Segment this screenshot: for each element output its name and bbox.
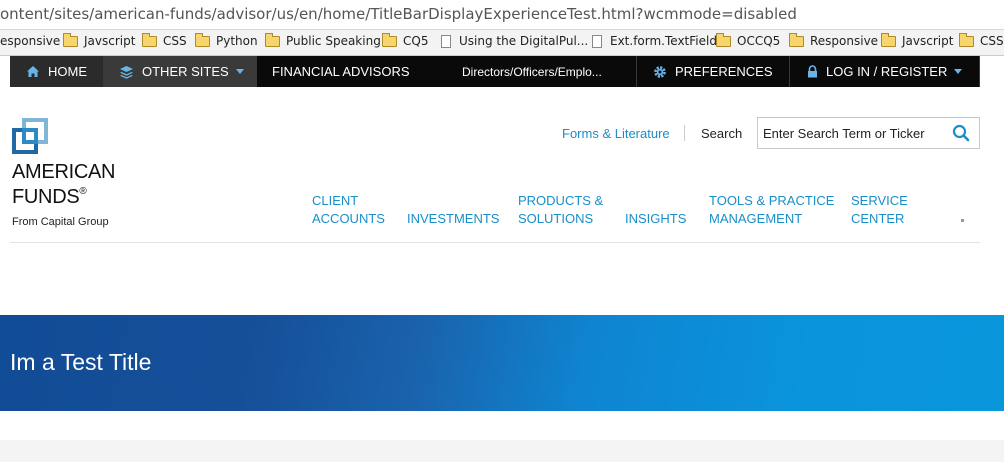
nav-client-accounts[interactable]: CLIENT ACCOUNTS — [312, 192, 385, 228]
bookmark-item[interactable]: OCCQ5 — [716, 32, 781, 48]
login-register-dropdown[interactable]: LOG IN / REGISTER — [790, 56, 980, 87]
bookmark-label: Responsive — [810, 34, 879, 48]
bookmarks-bar: esponsive Javscript CSS Python Public Sp… — [0, 30, 1004, 56]
bookmark-item[interactable]: Javscript — [63, 32, 136, 48]
nav-label-line1: PRODUCTS & — [518, 193, 604, 208]
directors-link[interactable]: Directors/Officers/Emplo... — [437, 56, 637, 87]
bookmark-label: Public Speaking — [286, 34, 381, 48]
nav-label-line2: SOLUTIONS — [518, 211, 594, 226]
login-register-label: LOG IN / REGISTER — [826, 64, 948, 79]
nav-tools-practice-management[interactable]: TOOLS & PRACTICE MANAGEMENT — [709, 192, 834, 228]
folder-icon — [63, 32, 78, 47]
bookmark-label: Python — [216, 34, 258, 48]
nav-label-line1: SERVICE — [851, 193, 908, 208]
nav-label-line2: MANAGEMENT — [709, 211, 803, 226]
url-text[interactable]: ontent/sites/american-funds/advisor/us/e… — [0, 5, 797, 23]
other-sites-label: OTHER SITES — [142, 64, 229, 79]
bookmark-label: Ext.form.TextField — [610, 34, 717, 48]
bookmark-label: OCCQ5 — [737, 34, 781, 48]
divider — [684, 125, 685, 141]
preferences-link[interactable]: PREFERENCES — [637, 56, 790, 87]
financial-advisors-label: FINANCIAL ADVISORS — [272, 64, 410, 79]
bookmark-item[interactable]: Using the DigitalPul... — [441, 34, 588, 48]
bookmark-item[interactable]: CSS — [142, 32, 187, 48]
bookmark-item[interactable]: Public Speaking — [265, 32, 381, 48]
folder-icon — [959, 32, 974, 47]
bookmark-item[interactable]: Responsive — [789, 32, 879, 48]
bookmark-item[interactable]: CQ5 — [382, 32, 429, 48]
logo-funds-text: FUNDS — [12, 186, 80, 208]
nav-label: INSIGHTS — [625, 211, 687, 226]
top-nav-bar: HOME OTHER SITES FINANCIAL ADVISORS Dire… — [10, 56, 980, 87]
nav-label: INVESTMENTS — [407, 211, 500, 226]
bookmark-item[interactable]: esponsive — [0, 34, 60, 48]
search-box — [757, 117, 980, 149]
home-icon — [27, 66, 39, 77]
title-banner: Im a Test Title — [0, 315, 1004, 411]
forms-literature-link[interactable]: Forms & Literature — [562, 126, 670, 141]
nav-dot — [961, 219, 964, 222]
chevron-down-icon — [954, 69, 963, 74]
bookmark-label: Javscript — [84, 34, 136, 48]
registered-mark: ® — [79, 186, 87, 197]
nav-insights[interactable]: INSIGHTS — [625, 210, 686, 228]
logo-text-line1: AMERICAN — [12, 161, 116, 183]
logo-mark-icon — [12, 118, 48, 154]
home-label: HOME — [48, 64, 87, 79]
logo-text-line2: FUNDS® — [12, 186, 87, 209]
page-icon — [441, 34, 451, 48]
search-icon[interactable] — [952, 124, 970, 142]
bookmark-label: esponsive — [0, 34, 61, 48]
chevron-down-icon — [235, 69, 244, 74]
home-link[interactable]: HOME — [10, 56, 103, 87]
bookmark-label: CSS — [980, 34, 1004, 48]
nav-investments[interactable]: INVESTMENTS — [407, 210, 499, 228]
bookmark-item[interactable]: Ext.form.TextField — [592, 34, 717, 48]
folder-icon — [142, 32, 157, 47]
address-bar[interactable]: ontent/sites/american-funds/advisor/us/e… — [0, 0, 1004, 30]
nav-label-line1: TOOLS & PRACTICE — [709, 193, 835, 208]
search-label: Search — [701, 126, 743, 141]
bookmark-label: CQ5 — [403, 34, 429, 48]
folder-icon — [265, 32, 280, 47]
nav-label-line2: CENTER — [851, 211, 905, 226]
header-divider — [10, 242, 980, 243]
search-input[interactable] — [763, 124, 943, 142]
page-icon — [592, 34, 602, 48]
layers-icon — [120, 65, 133, 79]
nav-products-solutions[interactable]: PRODUCTS & SOLUTIONS — [518, 192, 603, 228]
bookmark-item[interactable]: Javscript — [881, 32, 954, 48]
lock-icon — [808, 65, 817, 78]
bookmark-label: CSS — [163, 34, 187, 48]
folder-icon — [195, 32, 210, 47]
gear-icon — [654, 65, 666, 78]
folder-icon — [881, 32, 896, 47]
nav-label-line2: ACCOUNTS — [312, 211, 385, 226]
logo-tagline: From Capital Group — [12, 216, 109, 228]
preferences-label: PREFERENCES — [675, 64, 773, 79]
directors-label: Directors/Officers/Emplo... — [462, 64, 602, 79]
bookmark-label: Javscript — [902, 34, 954, 48]
financial-advisors-link[interactable]: FINANCIAL ADVISORS — [257, 56, 437, 87]
bookmark-item[interactable]: Python — [195, 32, 258, 48]
bookmark-label: Using the DigitalPul... — [459, 34, 589, 48]
other-sites-dropdown[interactable]: OTHER SITES — [103, 56, 257, 87]
page-title: Im a Test Title — [10, 349, 152, 375]
bookmark-item[interactable]: CSS — [959, 32, 1004, 48]
folder-icon — [716, 32, 731, 47]
folder-icon — [382, 32, 397, 47]
content-strip — [0, 440, 1004, 462]
nav-service-center[interactable]: SERVICE CENTER — [851, 192, 908, 228]
folder-icon — [789, 32, 804, 47]
nav-label-line1: CLIENT — [312, 193, 359, 208]
